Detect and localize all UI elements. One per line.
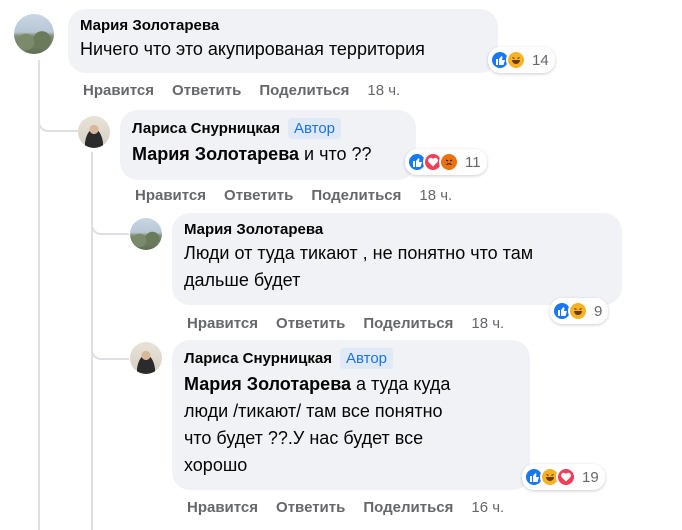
reaction-summary[interactable]: 14 bbox=[488, 47, 555, 73]
reply-button[interactable]: Ответить bbox=[276, 315, 345, 332]
comment-bubble: Лариса Снурницкая Автор Мария Золотарева… bbox=[120, 110, 416, 180]
haha-reaction-icon bbox=[568, 301, 588, 321]
comment-bubble: Лариса Снурницкая Автор Мария Золотарева… bbox=[172, 340, 530, 490]
comment-text-line: хорошо bbox=[184, 455, 248, 475]
comment-bubble: Мария Золотарева Люди от туда тикают , н… bbox=[172, 213, 622, 305]
share-button[interactable]: Поделиться bbox=[311, 187, 401, 204]
comment-text-line: что будет ??.У нас будет все bbox=[184, 428, 424, 448]
comment-text: Ничего что это акупированая территория bbox=[80, 39, 425, 59]
comment-text: и что ?? bbox=[299, 144, 372, 164]
reaction-count: 11 bbox=[465, 153, 481, 171]
comment-timestamp[interactable]: 16 ч. bbox=[471, 499, 504, 516]
mention-link[interactable]: Мария Золотарева bbox=[132, 144, 299, 164]
reply-button[interactable]: Ответить bbox=[172, 82, 241, 99]
reaction-summary[interactable]: 9 bbox=[550, 298, 609, 324]
thread-connector-1 bbox=[38, 100, 78, 132]
reaction-count: 9 bbox=[594, 302, 603, 320]
mention-link[interactable]: Мария Золотарева bbox=[184, 374, 351, 394]
reaction-summary[interactable]: 19 bbox=[522, 464, 605, 490]
comment-text-line: Люди от туда тикают , не понятно что там bbox=[184, 243, 534, 263]
share-button[interactable]: Поделиться bbox=[363, 315, 453, 332]
like-button[interactable]: Нравится bbox=[83, 82, 154, 99]
comment-actions: Нравится Ответить Поделиться 16 ч. bbox=[187, 499, 504, 516]
comment-author[interactable]: Мария Золотарева bbox=[80, 17, 486, 34]
author-badge: Автор bbox=[287, 118, 341, 139]
avatar[interactable] bbox=[78, 116, 110, 148]
like-button[interactable]: Нравится bbox=[187, 499, 258, 516]
share-button[interactable]: Поделиться bbox=[363, 499, 453, 516]
comment-timestamp[interactable]: 18 ч. bbox=[367, 82, 400, 99]
like-button[interactable]: Нравится bbox=[187, 315, 258, 332]
comment-author[interactable]: Мария Золотарева bbox=[184, 221, 610, 238]
angry-reaction-icon bbox=[439, 152, 459, 172]
reply-button[interactable]: Ответить bbox=[224, 187, 293, 204]
reaction-count: 19 bbox=[582, 468, 599, 486]
comment-timestamp[interactable]: 18 ч. bbox=[471, 315, 504, 332]
reaction-count: 14 bbox=[532, 51, 549, 69]
comment-author[interactable]: Лариса Снурницкая bbox=[184, 350, 332, 367]
like-button[interactable]: Нравится bbox=[135, 187, 206, 204]
thread-connector-2 bbox=[91, 205, 129, 235]
reply-button[interactable]: Ответить bbox=[276, 499, 345, 516]
comment-text-line: дальше будет bbox=[184, 270, 301, 290]
comment-text-line: люди /тикают/ там все понятно bbox=[184, 401, 443, 421]
thread-connector-3 bbox=[91, 330, 129, 360]
reaction-summary[interactable]: 11 bbox=[405, 149, 487, 175]
thread-line-main bbox=[38, 60, 40, 530]
comment-author[interactable]: Лариса Снурницкая bbox=[132, 120, 280, 137]
comment-actions: Нравится Ответить Поделиться 18 ч. bbox=[187, 315, 504, 332]
avatar[interactable] bbox=[130, 342, 162, 374]
author-badge: Автор bbox=[339, 348, 393, 369]
share-button[interactable]: Поделиться bbox=[259, 82, 349, 99]
avatar[interactable] bbox=[14, 14, 54, 54]
haha-reaction-icon bbox=[506, 50, 526, 70]
comment-actions: Нравится Ответить Поделиться 18 ч. bbox=[83, 82, 400, 99]
comment-bubble: Мария Золотарева Ничего что это акупиров… bbox=[68, 9, 498, 73]
comment-timestamp[interactable]: 18 ч. bbox=[419, 187, 452, 204]
avatar[interactable] bbox=[130, 218, 162, 250]
comment-actions: Нравится Ответить Поделиться 18 ч. bbox=[135, 187, 452, 204]
love-reaction-icon bbox=[556, 467, 576, 487]
comment-text-line: а туда куда bbox=[351, 374, 451, 394]
